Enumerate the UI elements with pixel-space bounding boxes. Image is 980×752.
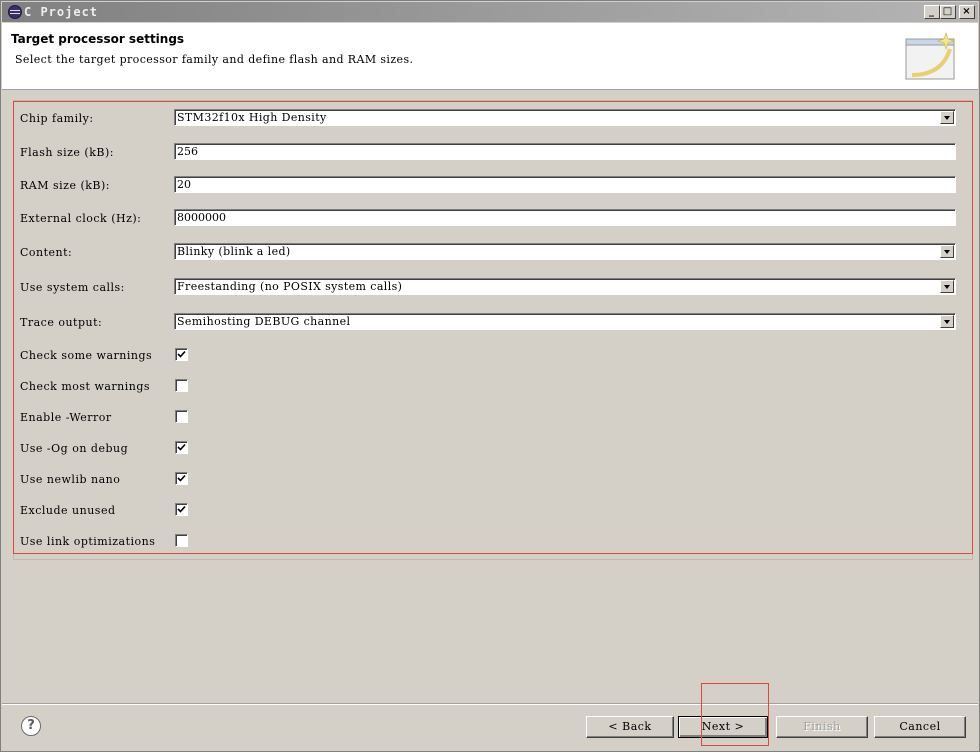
chevron-down-icon[interactable]: [940, 111, 954, 124]
flash-size-value: 256: [177, 145, 198, 158]
external-clock-label: External clock (Hz):: [20, 212, 142, 225]
content-value: Blinky (blink a led): [177, 245, 291, 258]
dialog-window: C Project _ □ × Target processor setting…: [0, 0, 980, 752]
next-highlight-box: [701, 683, 769, 746]
content-select[interactable]: Blinky (blink a led): [174, 243, 956, 260]
ram-size-input[interactable]: 20: [174, 176, 956, 193]
back-button[interactable]: < Back: [586, 716, 674, 738]
finish-button[interactable]: Finish: [776, 716, 868, 738]
wizard-header: Target processor settings Select the tar…: [2, 23, 978, 90]
trace-output-value: Semihosting DEBUG channel: [177, 315, 351, 328]
window-title: C Project: [24, 5, 99, 19]
chevron-down-icon[interactable]: [940, 280, 954, 293]
checkmark-icon: [177, 505, 186, 513]
external-clock-value: 8000000: [177, 211, 226, 224]
check-some-warnings-checkbox[interactable]: [175, 348, 188, 361]
chevron-down-icon[interactable]: [940, 245, 954, 258]
trace-output-label: Trace output:: [20, 316, 103, 329]
system-calls-select[interactable]: Freestanding (no POSIX system calls): [174, 278, 956, 295]
close-button[interactable]: ×: [959, 5, 975, 19]
chip-family-select[interactable]: STM32f10x High Density: [174, 109, 956, 126]
settings-form: Chip family: STM32f10x High Density Flas…: [13, 101, 973, 554]
chip-family-value: STM32f10x High Density: [177, 111, 327, 124]
exclude-unused-label: Exclude unused: [20, 504, 116, 517]
use-og-debug-label: Use -Og on debug: [20, 442, 129, 455]
help-icon[interactable]: ?: [21, 716, 41, 736]
wizard-banner-icon: [905, 32, 955, 80]
button-bar-separator: [2, 703, 978, 705]
exclude-unused-checkbox[interactable]: [175, 503, 188, 516]
page-title: Target processor settings: [11, 32, 185, 46]
chip-family-label: Chip family:: [20, 112, 94, 125]
title-bar[interactable]: C Project _ □ ×: [2, 2, 978, 22]
trace-output-select[interactable]: Semihosting DEBUG channel: [174, 313, 956, 330]
use-link-optimizations-label: Use link optimizations: [20, 535, 156, 548]
use-newlib-nano-checkbox[interactable]: [175, 472, 188, 485]
use-newlib-nano-label: Use newlib nano: [20, 473, 121, 486]
checkmark-icon: [177, 474, 186, 482]
maximize-button[interactable]: □: [940, 5, 956, 19]
external-clock-input[interactable]: 8000000: [174, 209, 956, 226]
enable-werror-label: Enable -Werror: [20, 411, 112, 424]
use-link-optimizations-checkbox[interactable]: [175, 534, 188, 547]
check-some-warnings-label: Check some warnings: [20, 349, 153, 362]
checkmark-icon: [177, 443, 186, 451]
content-label: Content:: [20, 246, 73, 259]
system-calls-value: Freestanding (no POSIX system calls): [177, 280, 403, 293]
page-description: Select the target processor family and d…: [15, 53, 414, 66]
enable-werror-checkbox[interactable]: [175, 410, 188, 423]
ram-size-value: 20: [177, 178, 191, 191]
flash-size-label: Flash size (kB):: [20, 146, 114, 159]
system-calls-label: Use system calls:: [20, 281, 125, 294]
check-most-warnings-checkbox[interactable]: [175, 379, 188, 392]
use-og-debug-checkbox[interactable]: [175, 441, 188, 454]
checkmark-icon: [177, 350, 186, 358]
eclipse-icon: [8, 5, 22, 19]
ram-size-label: RAM size (kB):: [20, 179, 110, 192]
check-most-warnings-label: Check most warnings: [20, 380, 151, 393]
chevron-down-icon[interactable]: [940, 315, 954, 328]
minimize-button[interactable]: _: [924, 5, 940, 19]
flash-size-input[interactable]: 256: [174, 143, 956, 160]
cancel-button[interactable]: Cancel: [874, 716, 966, 738]
